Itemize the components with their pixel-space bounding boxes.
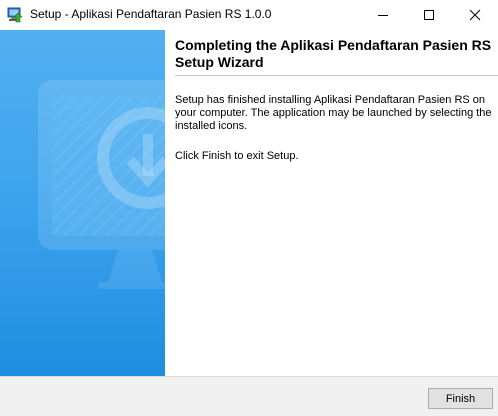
close-icon <box>469 9 481 21</box>
maximize-icon <box>424 10 434 20</box>
button-bar: Finish <box>0 376 498 416</box>
wizard-side-image <box>0 30 165 376</box>
setup-installer-icon <box>7 7 23 23</box>
title-bar[interactable]: Setup - Aplikasi Pendaftaran Pasien RS 1… <box>0 0 498 30</box>
monitor-download-icon <box>38 80 165 289</box>
divider <box>175 75 498 76</box>
maximize-button[interactable] <box>406 0 452 30</box>
minimize-button[interactable] <box>360 0 406 30</box>
wizard-content: Completing the Aplikasi Pendaftaran Pasi… <box>165 30 498 376</box>
close-button[interactable] <box>452 0 498 30</box>
setup-wizard-window: Setup - Aplikasi Pendaftaran Pasien RS 1… <box>0 0 498 416</box>
exit-instruction: Click Finish to exit Setup. <box>175 150 299 162</box>
page-title: Completing the Aplikasi Pendaftaran Pasi… <box>175 37 492 70</box>
window-title: Setup - Aplikasi Pendaftaran Pasien RS 1… <box>30 7 272 21</box>
finish-message: Setup has finished installing Aplikasi P… <box>175 94 492 132</box>
minimize-icon <box>378 15 388 16</box>
finish-button[interactable]: Finish <box>428 388 493 409</box>
